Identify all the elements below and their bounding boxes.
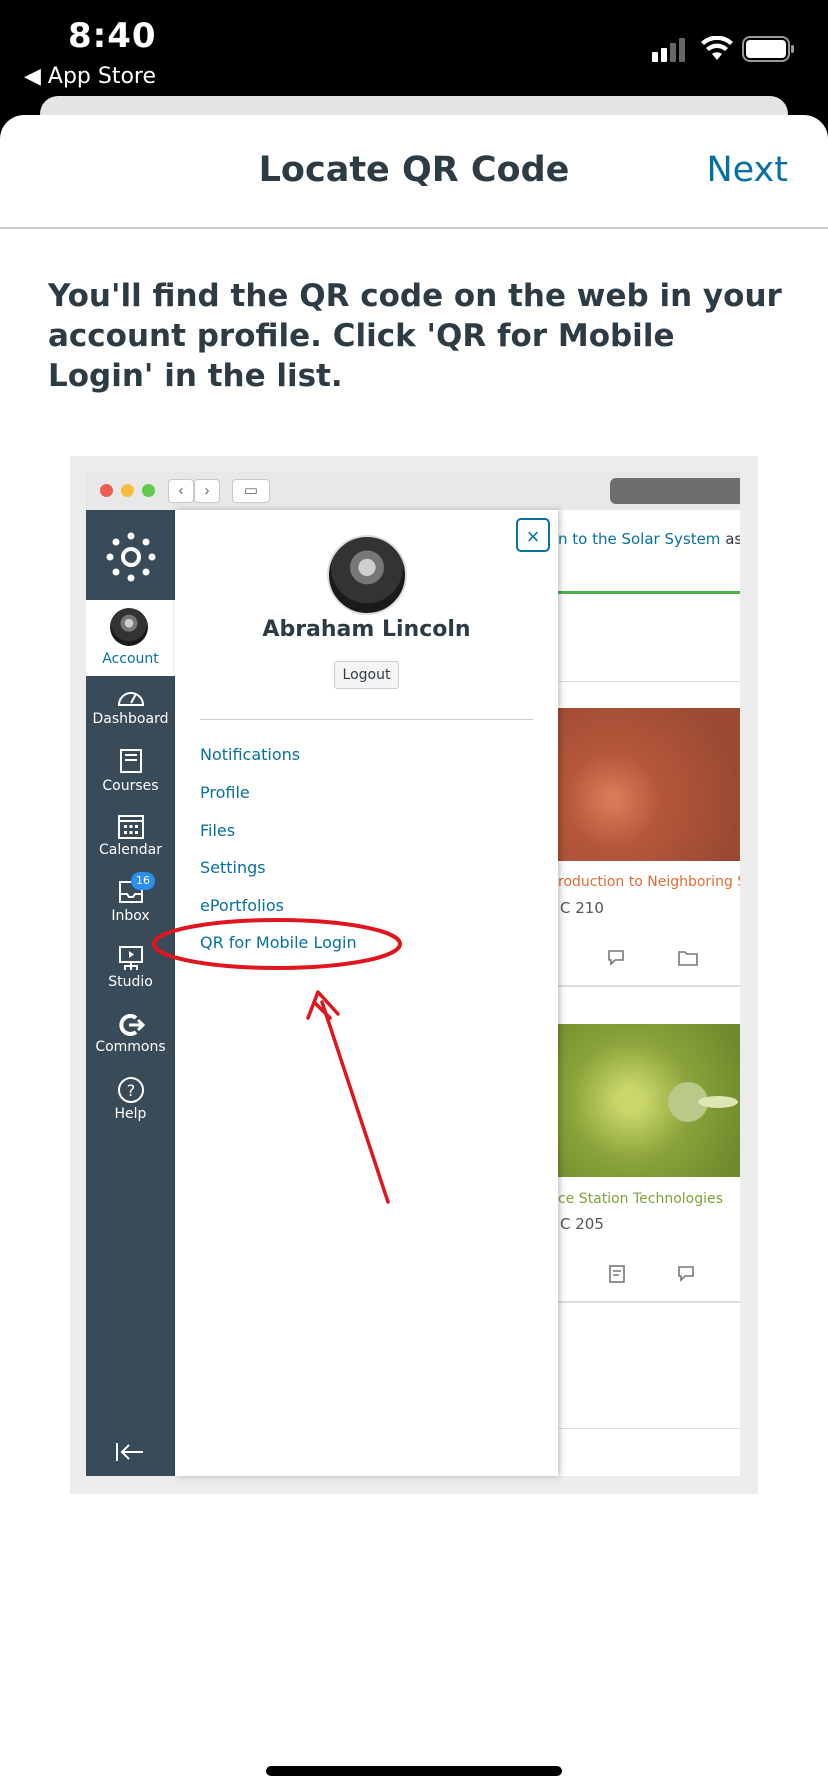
home-indicator (266, 1766, 562, 1776)
annotation-overlay (152, 918, 402, 1204)
annotation-arrow-icon (306, 990, 390, 1204)
highlight-circle (152, 918, 402, 970)
